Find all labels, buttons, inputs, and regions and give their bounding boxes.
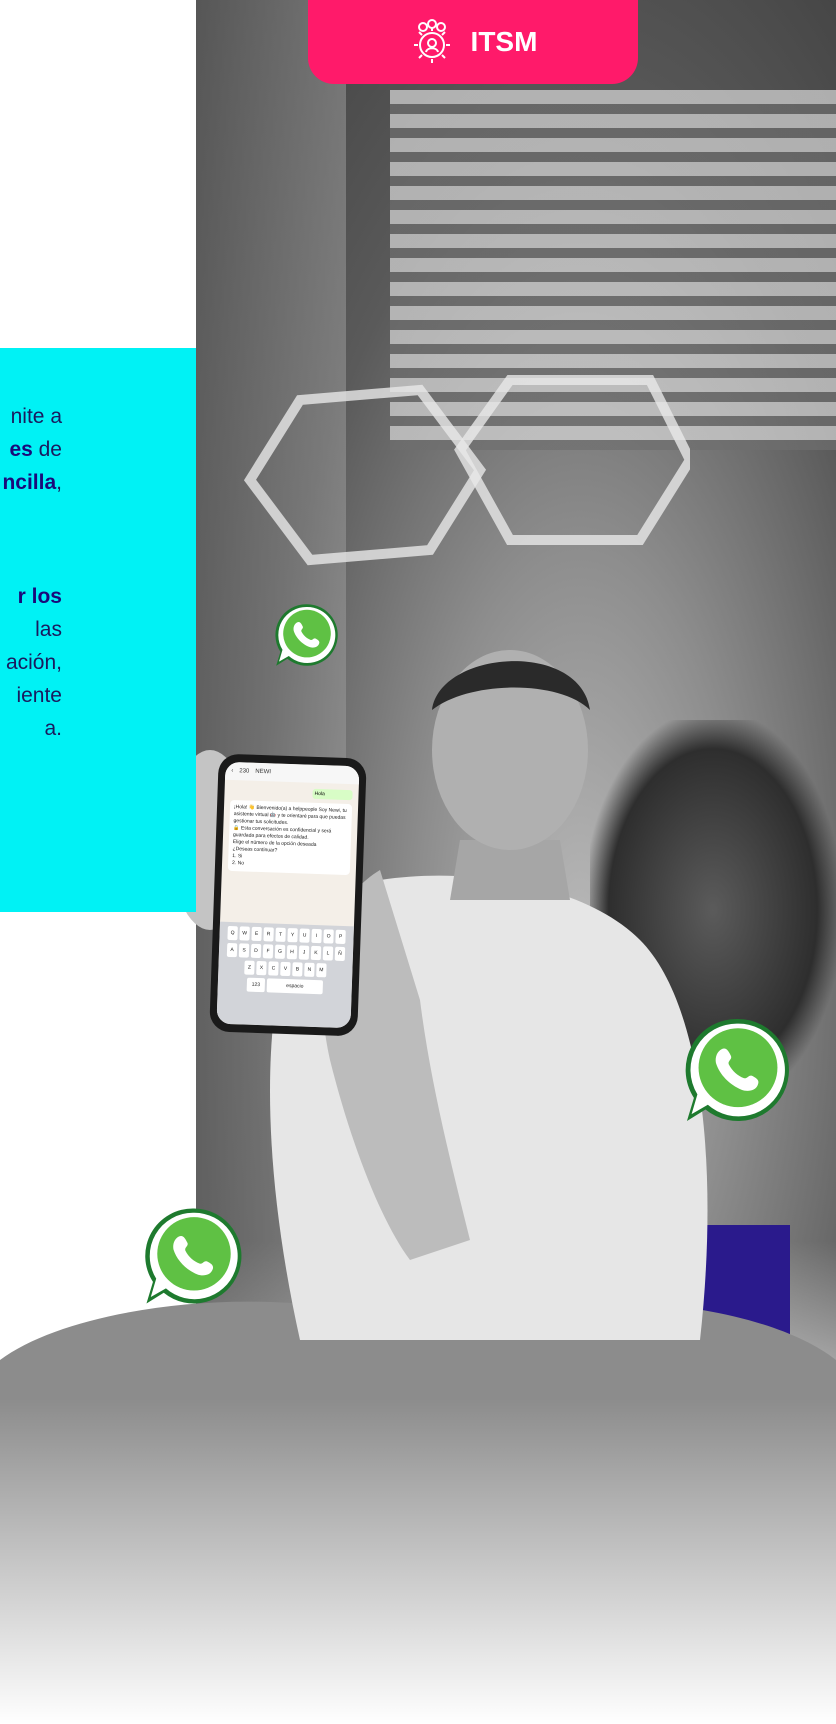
key: Ñ [334, 946, 346, 962]
intro-text: de [32, 438, 62, 461]
chat-back-label: 230 [239, 768, 250, 775]
key: N [304, 962, 315, 977]
key-space: espacio [266, 978, 324, 995]
key: F [262, 944, 274, 959]
intro-text: las [35, 618, 62, 641]
key: C [268, 961, 279, 976]
key: Q [227, 925, 238, 941]
intro-text: nite a [10, 405, 62, 428]
chat-bubble-received: ¡Hola! 👋 Bienvenido(a) a helppeople Soy … [227, 799, 353, 876]
keyboard-row: Z X C V B N M [222, 960, 348, 978]
chat-header: ‹ 230 NEWI [224, 761, 360, 785]
phone-screen: ‹ 230 NEWI Hola ¡Hola! 👋 Bienvenido(a) a… [216, 761, 360, 1029]
back-icon: ‹ [231, 767, 234, 775]
phone-mockup: ‹ 230 NEWI Hola ¡Hola! 👋 Bienvenido(a) a… [209, 753, 367, 1037]
key: M [316, 963, 327, 978]
key: P [335, 929, 346, 945]
key: B [292, 962, 303, 977]
intro-text-bold: ncilla [2, 471, 57, 494]
intro-text-bold: es [9, 438, 33, 461]
key: I [311, 928, 322, 944]
intro-paragraph-1: nite a es de ncilla, [0, 400, 62, 499]
key: R [263, 927, 274, 942]
key: T [275, 927, 286, 942]
phone-keyboard: Q W E R T Y U I O P A S D F G H J K L Ñ … [216, 921, 354, 1029]
ceiling-hexagon-lights [243, 375, 690, 566]
key: A [226, 942, 238, 958]
key: J [298, 945, 310, 960]
key: G [274, 944, 286, 959]
chat-contact-name: NEWI [255, 768, 272, 776]
keyboard-row: A S D F G H J K L Ñ [223, 942, 349, 962]
itsm-badge-label: ITSM [470, 26, 538, 57]
whatsapp-icon [685, 1018, 789, 1122]
key: D [250, 943, 262, 959]
key: S [238, 943, 250, 958]
key: V [280, 961, 291, 977]
intro-text: iente [16, 684, 62, 707]
key: E [251, 926, 262, 942]
intro-panel: nite a es de ncilla, r los las ación, ie… [0, 348, 196, 912]
key-numbers: 123 [246, 977, 266, 993]
key: X [256, 960, 267, 976]
intro-paragraph-2: r los las ación, iente a. [0, 580, 62, 745]
keyboard-row: Q W E R T Y U I O P [223, 925, 349, 945]
key: H [286, 945, 298, 960]
whatsapp-icon [145, 1208, 242, 1304]
key: W [239, 926, 250, 941]
intro-text-bold: r los [17, 585, 62, 608]
team-gear-icon [413, 19, 450, 63]
key: Y [287, 928, 298, 943]
key: L [322, 946, 334, 961]
key: K [310, 945, 322, 961]
key: U [299, 928, 310, 943]
whatsapp-icon [275, 604, 338, 666]
intro-text: ación, [5, 651, 62, 674]
key: Z [244, 960, 255, 975]
key: O [323, 929, 334, 944]
chat-bubble-sent: Hola [312, 788, 353, 801]
itsm-badge: ITSM [308, 0, 638, 84]
intro-text: a. [44, 717, 62, 740]
intro-text: , [56, 471, 62, 494]
keyboard-row: 123 espacio [222, 977, 348, 995]
